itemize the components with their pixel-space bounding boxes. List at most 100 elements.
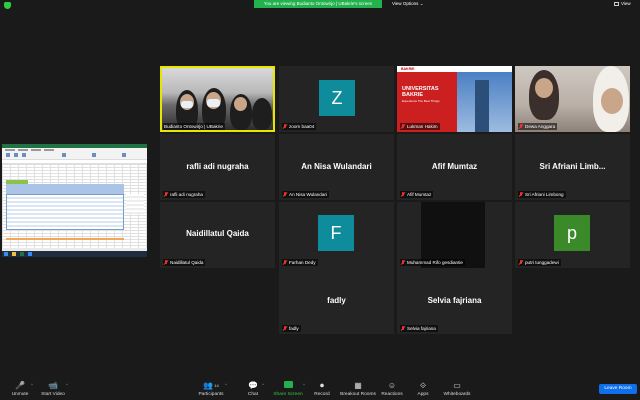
video-tile-afif[interactable]: Afif Mumtaz Afif Mumtaz [397, 134, 512, 200]
participants-glyph: 👥 [203, 381, 214, 390]
mic-muted-icon [283, 260, 287, 265]
participant-name: Budianto Ontowirjo | UBakrie [164, 124, 223, 129]
security-shield-icon[interactable] [4, 2, 11, 9]
record-button[interactable]: ⏺ Record [302, 381, 342, 397]
participant-name: An Nisa Wulandari [289, 192, 327, 197]
mic-muted-icon [401, 124, 405, 129]
room-video-feed [162, 68, 273, 130]
avatar: Z [319, 80, 355, 116]
video-tile-lukman-hakim[interactable]: BAKRIE UNIVERSITAS BAKRIE Experience The… [397, 66, 512, 132]
participant-label: putri tunggadewi [518, 259, 561, 266]
spreadsheet-side-table [126, 194, 144, 214]
viewing-screen-banner: You are viewing Budianto Ontowirjo | UBa… [254, 0, 382, 8]
participant-label: Farhan Dedy [282, 259, 318, 266]
video-options-caret-icon[interactable]: ^ [66, 382, 68, 387]
video-tile-farhan[interactable]: F Farhan Dedy [279, 202, 394, 268]
building-shape [475, 80, 489, 132]
mic-muted-icon [401, 260, 405, 265]
ribbon-icon [62, 153, 66, 157]
video-tile-an-nisa[interactable]: An Nisa Wulandari An Nisa Wulandari [279, 134, 394, 200]
avatar: F [318, 215, 354, 251]
participant-name: Naidillatul Qaida [170, 260, 204, 265]
mic-muted-icon [519, 260, 523, 265]
breakout-rooms-label: Breakout Rooms [340, 392, 376, 397]
windows-taskbar [2, 251, 147, 257]
slide-title: UNIVERSITAS BAKRIE [402, 86, 439, 98]
slide-building-photo [457, 72, 512, 132]
whiteboards-icon: ▭ [453, 381, 461, 390]
avatar: p [554, 215, 590, 251]
participant-label: Dewa Anggara [518, 123, 558, 130]
participant-label: Muhammad Rifo gesdiantie [400, 259, 465, 266]
ribbon-icon [6, 153, 10, 157]
mic-muted-icon [401, 326, 405, 331]
spreadsheet-footer-row [6, 238, 124, 240]
participant-display-name: Selvia fajriana [427, 296, 482, 305]
shared-screen-thumbnail[interactable] [2, 144, 147, 257]
person-figure [252, 98, 272, 130]
ribbon-icon [14, 153, 18, 157]
participants-caret-icon[interactable]: ^ [225, 382, 227, 387]
ribbon-icon [122, 153, 126, 157]
chat-caret-icon[interactable]: ^ [262, 382, 264, 387]
top-bar: You are viewing Budianto Ontowirjo | UBa… [0, 0, 640, 10]
view-label: View [621, 1, 631, 6]
video-tile-budianto[interactable]: Budianto Ontowirjo | UBakrie [160, 66, 275, 132]
reactions-label: Reactions [381, 392, 403, 397]
mic-muted-icon [164, 260, 168, 265]
video-tile-naidillatul[interactable]: Naidillatul Qaida Naidillatul Qaida [160, 202, 275, 268]
participant-name: zoom baa04 [289, 124, 315, 129]
mic-muted-icon [283, 326, 287, 331]
video-tile-fadly[interactable]: fadly fadly [279, 268, 394, 334]
chat-button[interactable]: 💬 Chat [233, 381, 273, 397]
record-label: Record [314, 392, 330, 397]
record-icon: ⏺ [320, 381, 324, 390]
participant-display-name: rafli adi nugraha [186, 162, 249, 171]
ribbon-icon [92, 153, 96, 157]
video-tile-sri-afriani[interactable]: Sri Afriani Limb... Sri Afriani Limbong [515, 134, 630, 200]
person-face [535, 78, 553, 98]
participant-display-name: Naidillatul Qaida [186, 229, 249, 238]
participants-label: Participants [198, 392, 224, 397]
chat-label: Chat [247, 392, 259, 397]
video-tile-putri[interactable]: p putri tunggadewi [515, 202, 630, 268]
ribbon-icon [22, 153, 26, 157]
leave-room-button[interactable]: Leave Room [599, 384, 637, 394]
share-screen-label: Share Screen [273, 392, 303, 397]
zoom-icon [28, 252, 32, 256]
person-face [234, 97, 247, 111]
participant-display-name: Sri Afriani Limb... [539, 162, 606, 171]
video-tile-muhammad-rifo[interactable]: Muhammad Rifo gesdiantie [397, 202, 512, 268]
ribbon-tab [5, 149, 15, 151]
view-button[interactable]: View [614, 1, 631, 7]
participant-label: Selvia fajriana [400, 325, 438, 332]
meeting-toolbar: 🎤 Unmute ^ 📹 Start Video ^ 👥14 Participa… [0, 378, 640, 400]
video-tile-rafli[interactable]: rafli adi nugraha rafli adi nugraha [160, 134, 275, 200]
start-video-label: Start Video [41, 392, 65, 397]
spreadsheet-table-header [6, 184, 124, 194]
video-tile-selvia[interactable]: Selvia fajriana Selvia fajriana [397, 268, 512, 334]
excel-icon [20, 252, 24, 256]
mic-muted-icon [519, 192, 523, 197]
video-tile-dewa-anggara[interactable]: Dewa Anggara [515, 66, 630, 132]
participant-label: An Nisa Wulandari [282, 191, 329, 198]
mic-muted-icon [519, 124, 523, 129]
participant-display-name: fadly [327, 296, 346, 305]
video-tile-zoom-baa04[interactable]: Z zoom baa04 [279, 66, 394, 132]
whiteboards-button[interactable]: ▭ Whiteboards [437, 381, 477, 397]
person-face [601, 88, 623, 114]
whiteboards-label: Whiteboards [443, 392, 471, 397]
participant-label: rafli adi nugraha [163, 191, 205, 198]
chevron-down-icon: ⌄ [419, 1, 424, 6]
slide-subtitle: Experience The Best Things [402, 99, 440, 103]
apps-label: Apps [417, 392, 429, 397]
participant-display-name: Afif Mumtaz [431, 162, 478, 171]
participant-label: Lukman Hakim [400, 123, 440, 130]
participant-name: Afif Mumtaz [407, 192, 432, 197]
participants-count: 14 [214, 383, 219, 388]
chat-icon: 💬 [248, 381, 258, 390]
view-options-menu[interactable]: View Options ⌄ [392, 1, 423, 7]
spreadsheet-table [6, 194, 124, 230]
participant-label: Afif Mumtaz [400, 191, 434, 198]
participant-label: fadly [282, 325, 301, 332]
